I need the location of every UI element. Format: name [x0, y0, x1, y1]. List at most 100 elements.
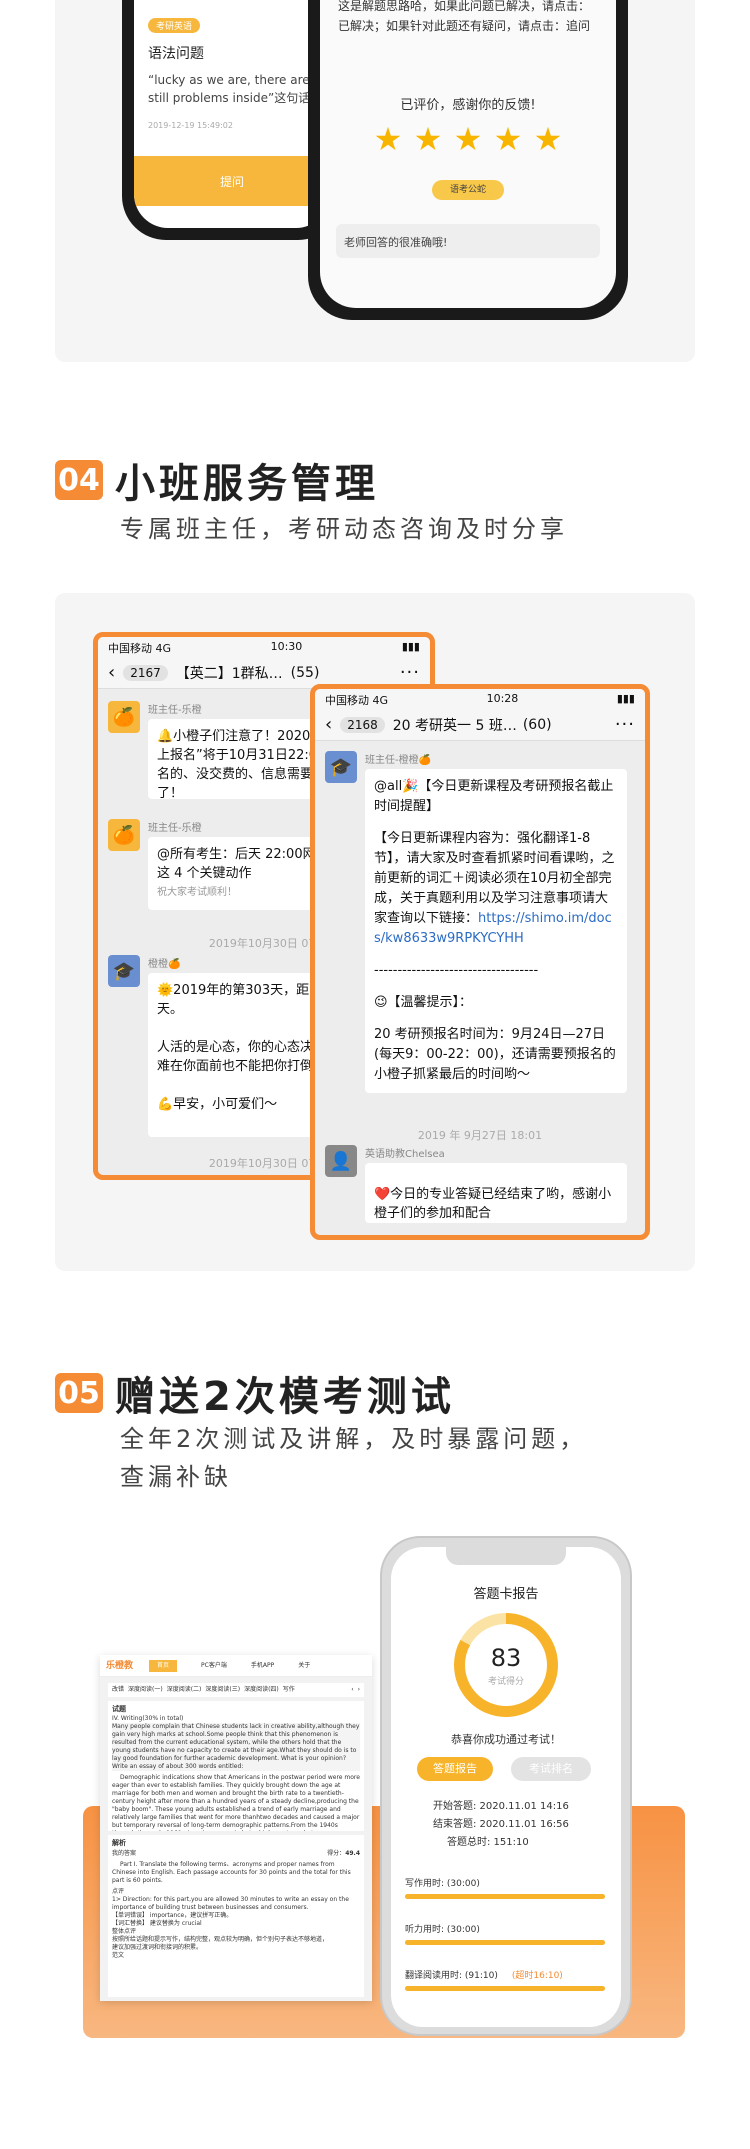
time-row-label: 听力用时: (30:00) [405, 1925, 480, 1935]
chat1-group-name[interactable]: 【英二】1群私… [176, 663, 283, 683]
tab[interactable]: 深度阅读(四) [244, 1686, 279, 1694]
question-body: “lucky as we are, there are still proble… [148, 73, 323, 105]
score-value: 83 [490, 1643, 522, 1672]
star-icon[interactable]: ★ [373, 123, 403, 155]
nav-app[interactable]: 手机APP [251, 1662, 274, 1670]
web-nav: 乐橙教 首页 PC客户端 手机APP 关于 [100, 1655, 372, 1677]
message-tip-title: 😉【温馨提示】： [374, 995, 473, 1010]
chat2-statusbar: 中国移动 4G 10:28 ▮▮▮ [315, 689, 645, 709]
chat2-carrier: 中国移动 4G [325, 694, 389, 707]
score-ring: 83 考试得分 [454, 1613, 558, 1717]
time-progress-fill [405, 1986, 605, 1991]
overtime-label: (超时16:10) [511, 1971, 563, 1981]
writing-text: Many people complain that Chinese studen… [112, 1723, 360, 1771]
message-bubble[interactable]: ❤️今日的专业答疑已经结束了哟，感谢小橙子们的参加和配合 [365, 1163, 627, 1223]
star-icon[interactable]: ★ [453, 123, 483, 155]
back-icon[interactable]: ‹ [325, 714, 332, 735]
section-label: 试题 [112, 1705, 126, 1713]
battery-icon: ▮▮▮ [401, 640, 420, 653]
score-label: 得分： [327, 1850, 346, 1857]
chat1-statusbar: 中国移动 4G 10:30 ▮▮▮ [98, 637, 430, 657]
section-04-badge: 04 [55, 460, 103, 500]
message-body: 【今日更新课程内容为：强化翻译1-8节】，请大家及时查看抓紧时间看课哟，之前更新… [374, 829, 618, 949]
reply-text: 这是解题思路哈，如果此问题已解决，请点击：已解决；如果针对此题还有疑问，请点击：… [338, 0, 591, 33]
part1-text: Part I. Translate the following terms、ac… [112, 1861, 351, 1884]
time-row-label: 写作用时: (30:00) [405, 1879, 480, 1889]
chat2-message-1: 🎓 班主任-橙橙🍊 @all🎉【今日更新课程及考研预报名截止时间提醒】 【今日更… [325, 751, 645, 1093]
time-row: 翻译阅读用时: (91:10) (超时16:10) [405, 1963, 605, 1991]
more-icon[interactable]: ··· [615, 714, 635, 735]
chat2-unread-count: 2168 [340, 716, 385, 733]
start-time: 开始答题: 2020.11.01 14:16 [433, 1801, 569, 1812]
message-separator: ----------------------------------- [374, 963, 539, 978]
time-progress-bar [405, 1940, 605, 1945]
tab[interactable]: 深度阅读(一) [128, 1686, 163, 1694]
star-icon[interactable]: ★ [533, 123, 563, 155]
chat1-unread-count: 2167 [123, 664, 168, 681]
section-05-title: 05 赠送2次模考测试 [55, 1364, 455, 1422]
question-section: 试题 IV. Writing(30% in total) Many people… [108, 1701, 364, 1831]
star-icon[interactable]: ★ [413, 123, 443, 155]
nav-about[interactable]: 关于 [298, 1662, 310, 1670]
rated-tag: 语考公蛇 [432, 180, 504, 200]
left-phone-screen: 考研英语 语法问题 “lucky as we are, there are st… [134, 0, 330, 228]
nav-pc[interactable]: PC客户端 [201, 1662, 227, 1670]
message-heading: @all🎉【今日更新课程及考研预报名截止时间提醒】 [374, 779, 614, 814]
time-rows: 写作用时: (30:00) 听力用时: (30:00) 翻译阅读用时: (91:10… [405, 1871, 605, 2009]
time-row: 写作用时: (30:00) [405, 1871, 605, 1899]
section-05-subtitle-1: 全年2次测试及讲解，及时暴露问题， [120, 1425, 588, 1453]
score-value: 49.4 [345, 1850, 360, 1857]
tab[interactable]: 改错 [112, 1686, 124, 1694]
total-time: 答题总时: 151:10 [447, 1837, 529, 1848]
tab[interactable]: 深度阅读(三) [205, 1686, 240, 1694]
sender-name: 班主任-橙橙🍊 [365, 755, 432, 766]
rated-text: 已评价，感谢你的反馈! [400, 98, 536, 113]
battery-icon: ▮▮▮ [616, 692, 635, 705]
back-icon[interactable]: ‹ [108, 662, 115, 683]
tab[interactable]: 深度阅读(二) [167, 1686, 202, 1694]
report-button[interactable]: 答题报告 [417, 1757, 493, 1781]
congrats-text: 恭喜你成功通过考试！ [451, 1733, 561, 1746]
chat1-members: (55) [290, 664, 320, 681]
rating-stars: ★ ★ ★ ★ ★ [373, 123, 563, 155]
chevron-left-icon[interactable]: ‹ [351, 1686, 353, 1694]
chat2-group-name[interactable]: 20 考研英一 5 班… [393, 715, 517, 735]
analysis-label: 解析 [112, 1839, 126, 1847]
score-caption: 考试得分 [487, 1676, 524, 1687]
web-content: 改错 深度阅读(一) 深度阅读(二) 深度阅读(三) 深度阅读(四) 写作 ‹ … [100, 1677, 372, 2001]
chat2-message-2: 👤 英语助教Chelsea ❤️今日的专业答疑已经结束了哟，感谢小橙子们的参加和… [325, 1145, 645, 1223]
message-bubble[interactable]: @all🎉【今日更新课程及考研预报名截止时间提醒】 【今日更新课程内容为：强化翻… [365, 769, 627, 1093]
exam-tabs: 改错 深度阅读(一) 深度阅读(二) 深度阅读(三) 深度阅读(四) 写作 ‹ … [108, 1683, 364, 1697]
time-row-label: 翻译阅读用时: (91:10) [405, 1971, 498, 1981]
report-screen: 答题卡报告 83 考试得分 恭喜你成功通过考试！ 答题报告 考试排名 开始答题:… [391, 1547, 621, 2027]
notch [446, 1547, 566, 1565]
chat2-timestamp: 2019 年 9月27日 18:01 [417, 1129, 543, 1142]
right-phone: 这是解题思路哈，如果此问题已解决，请点击：已解决；如果针对此题还有疑问，请点击：… [308, 0, 628, 320]
message-tip-body: 20 考研预报名时间为：9月24日—27日 (每天9：00-22：00)，还请需… [374, 1027, 616, 1082]
web-exam-page: 乐橙教 首页 PC客户端 手机APP 关于 改错 深度阅读(一) 深度阅读(二)… [100, 1655, 372, 2001]
section-04-subtitle: 专属班主任，考研动态咨询及时分享 [120, 515, 568, 543]
ask-button[interactable]: 提问 [134, 156, 330, 206]
more-icon[interactable]: ··· [400, 662, 420, 683]
star-icon[interactable]: ★ [493, 123, 523, 155]
chat-window-2: 中国移动 4G 10:28 ▮▮▮ ‹ 2168 20 考研英一 5 班… (6… [310, 684, 650, 1240]
section-05-heading: 赠送2次模考测试 [115, 1374, 455, 1420]
time-progress-fill [405, 1894, 605, 1899]
question-title: 语法问题 [148, 46, 204, 62]
question-tag: 考研英语 [148, 18, 201, 33]
tab[interactable]: 写作 [283, 1686, 295, 1694]
chevron-right-icon[interactable]: › [358, 1686, 360, 1694]
section-04-title: 04 小班服务管理 [55, 451, 379, 509]
comment-box: 老师回答的很准确哦! [336, 224, 600, 258]
question-time: 2019-12-19 15:49:02 [148, 121, 233, 130]
comment-text: 1> Direction: for this part,you are allo… [112, 1896, 349, 1959]
nav-home[interactable]: 首页 [149, 1659, 178, 1672]
section-05-subtitle-2: 查漏补缺 [120, 1463, 232, 1491]
section-04-heading: 小班服务管理 [115, 461, 379, 507]
rank-button[interactable]: 考试排名 [511, 1757, 591, 1781]
chat2-header: ‹ 2168 20 考研英一 5 班… (60) ··· [315, 709, 645, 741]
comment-label: 点评 [112, 1888, 125, 1895]
writing-head: IV. Writing(30% in total) [112, 1715, 184, 1722]
avatar: 🎓 [108, 955, 140, 987]
chat2-time: 10:28 [486, 692, 519, 705]
